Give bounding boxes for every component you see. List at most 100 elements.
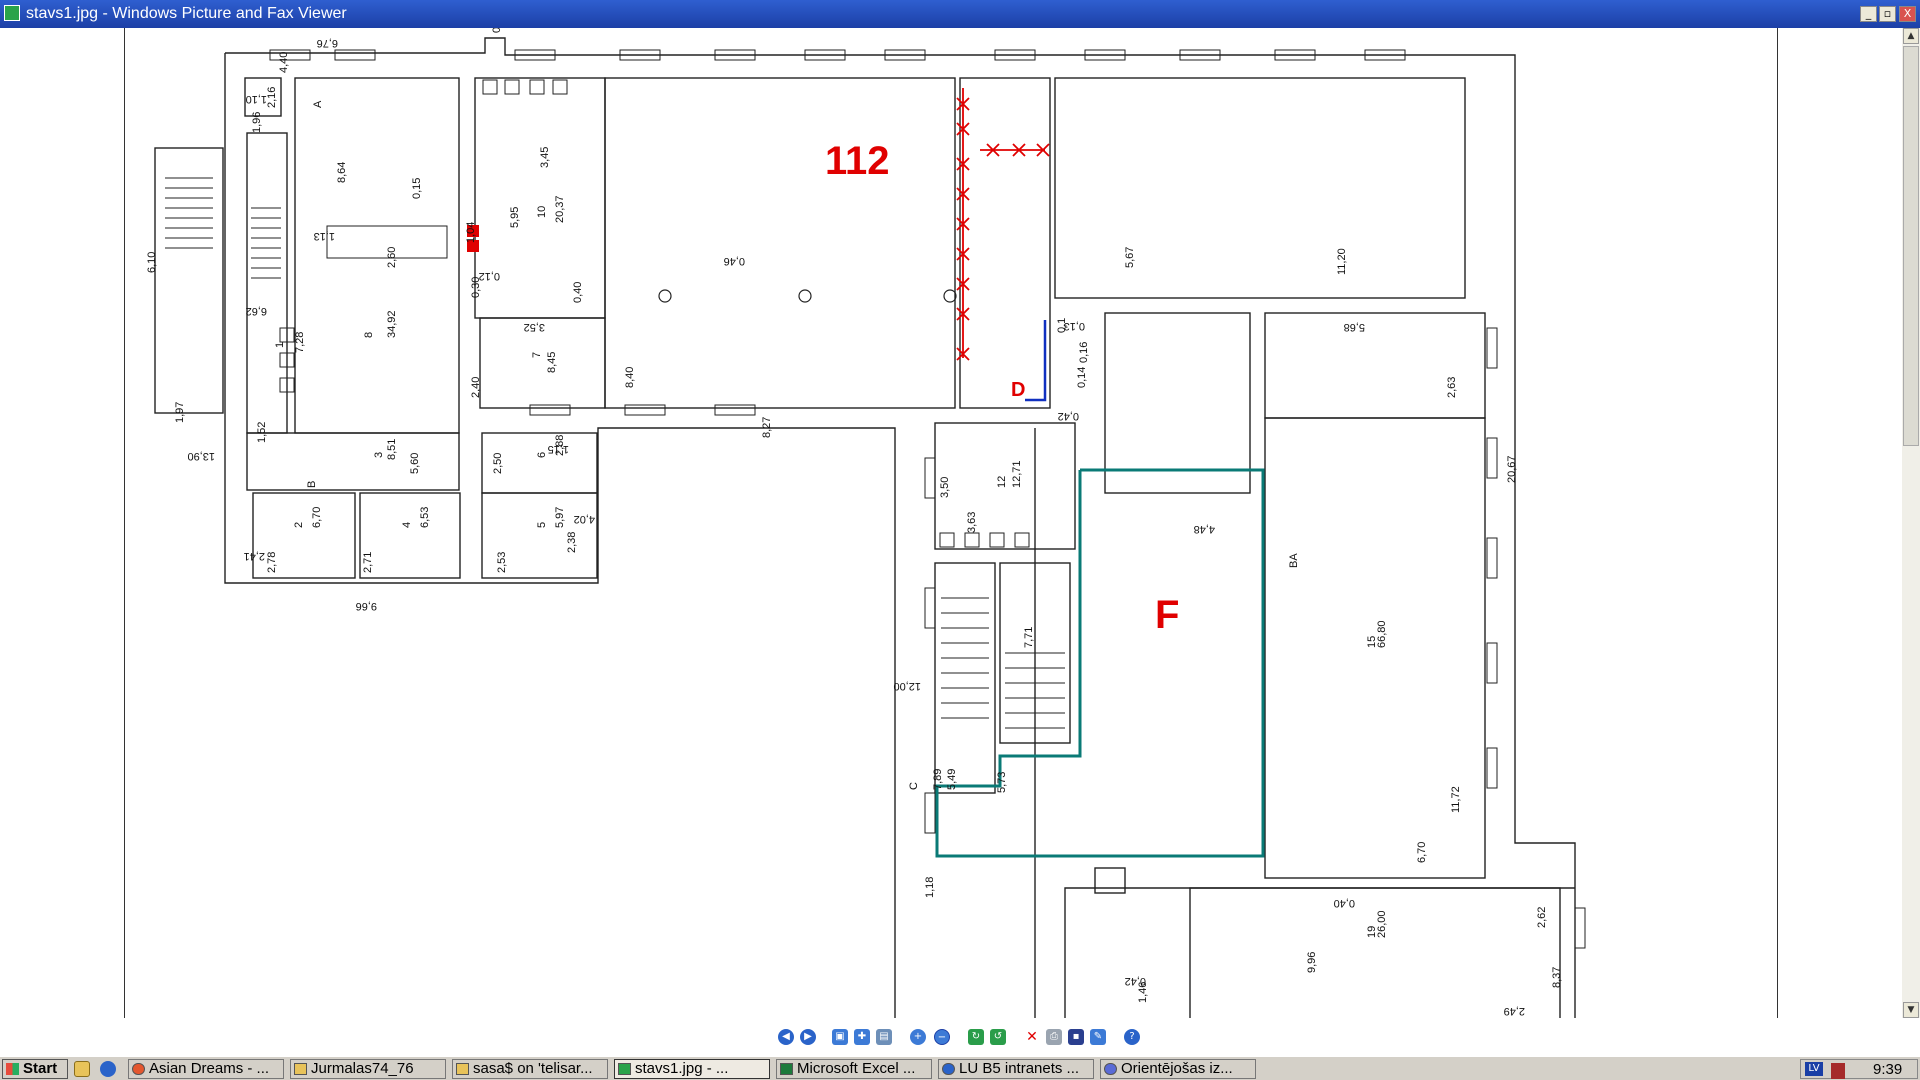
print-icon[interactable]: ⎙ (1046, 1029, 1062, 1045)
task-lu-b5-intranets[interactable]: LU B5 intranets ... (938, 1059, 1094, 1079)
image-viewer-area: 112 D F A B C 8 1 3 2 4 7 10 6 5 12 15 19 BA 34,92 7,28 8,… (0, 28, 1902, 1018)
dimension-label: 5,97 (554, 507, 566, 528)
vertical-scrollbar[interactable]: ▲ ▼ (1902, 28, 1920, 1018)
room-8 (294, 77, 460, 434)
task-asian-dreams[interactable]: Asian Dreams - ... (128, 1059, 284, 1079)
dimension-label: 8,27 (761, 417, 773, 438)
dimension-label: 5,49 (946, 769, 958, 790)
task-sasa-telisar[interactable]: sasa$ on 'telisar... (452, 1059, 608, 1079)
task-jurmalas[interactable]: Jurmalas74_76 (290, 1059, 446, 1079)
next-image-icon[interactable]: ▶ (800, 1029, 816, 1045)
dimension-label: 8,37 (1551, 967, 1563, 988)
dimension-label: 3,50 (939, 477, 951, 498)
picture-viewer-app-icon[interactable] (4, 5, 20, 21)
dimension-label: 6,70 (1416, 842, 1428, 863)
room-1-stair (246, 132, 288, 434)
dimension-label: 10 (536, 206, 548, 218)
scrollbar-thumb[interactable] (1903, 46, 1919, 446)
dimension-label: 0,40 (1334, 897, 1355, 909)
dimension-label: 3,52 (524, 321, 545, 333)
dimension-label: 0,42 (1058, 410, 1079, 422)
save-icon[interactable]: ▪ (1068, 1029, 1084, 1045)
clock[interactable]: 9:39 (1873, 1061, 1902, 1078)
dimension-label: 5,73 (996, 772, 1008, 793)
image-viewer-icon (618, 1063, 631, 1075)
internet-explorer-icon (942, 1063, 955, 1075)
dimension-label: 5,67 (1124, 247, 1136, 268)
dimension-label: 8,51 (386, 439, 398, 460)
dimension-label: 8,40 (624, 367, 636, 388)
rotate-counterclockwise-icon[interactable]: ↺ (990, 1029, 1006, 1045)
browser-quicklaunch-icon[interactable] (100, 1061, 116, 1077)
demolition-marks (956, 88, 1050, 361)
scroll-up-icon[interactable]: ▲ (1903, 28, 1919, 44)
task-stavs1-jpg[interactable]: stavs1.jpg - ... (614, 1059, 770, 1079)
dimension-label: 11,72 (1450, 786, 1462, 813)
entry-door (1094, 867, 1126, 894)
taskbar: Start Asian Dreams - ... Jurmalas74_76 s… (0, 1056, 1920, 1080)
blue-wall-mark (1025, 320, 1047, 402)
system-tray: LV 9:39 (1800, 1059, 1918, 1079)
open-for-editing-icon[interactable]: ✎ (1090, 1029, 1106, 1045)
dimension-label: 6,10 (146, 252, 158, 273)
help-icon[interactable]: ? (1124, 1029, 1140, 1045)
marker-f-label: F (1155, 593, 1179, 637)
dimension-label: 12 (996, 476, 1008, 488)
room-4 (359, 492, 461, 579)
zoom-in-icon[interactable]: + (910, 1029, 926, 1045)
floor-plan-drawing: 112 D F ABC8132 471065121519BA34,927,288,… (146, 28, 1586, 1018)
dimension-label: 1,97 (174, 402, 186, 423)
floor-plan-image[interactable]: 112 D F A B C 8 1 3 2 4 7 10 6 5 12 15 19 BA 34,92 7,28 8,… (124, 28, 1778, 1018)
dimension-label: 7,89 (932, 769, 944, 790)
dimension-label: 4,48 (1194, 523, 1215, 535)
room-top-right (1054, 77, 1466, 299)
dimension-label: B (306, 481, 318, 488)
dimension-label: 1,46 (1137, 982, 1149, 1003)
minimize-button[interactable]: _ (1860, 6, 1877, 22)
maximize-button[interactable]: ▫ (1879, 6, 1896, 22)
dimension-label: 8 (363, 332, 375, 338)
dimension-label: 5,95 (509, 207, 521, 228)
dimension-label: 0,27 (491, 28, 503, 33)
firefox-icon (132, 1063, 145, 1075)
stair-treads (165, 177, 1065, 729)
start-button[interactable]: Start (2, 1059, 68, 1079)
task-orientejosas[interactable]: Orientējošas iz... (1100, 1059, 1256, 1079)
dimension-label: 0,30 (470, 277, 482, 298)
task-microsoft-excel[interactable]: Microsoft Excel ... (776, 1059, 932, 1079)
previous-image-icon[interactable]: ◀ (778, 1029, 794, 1045)
dimension-label: 2,50 (492, 453, 504, 474)
dimension-label: 2,71 (362, 552, 374, 573)
dimension-label: 1,96 (251, 112, 263, 133)
zoom-out-icon[interactable]: − (934, 1029, 950, 1045)
excel-icon (780, 1063, 793, 1075)
latvia-flag-icon[interactable] (1831, 1063, 1845, 1079)
show-desktop-icon[interactable] (74, 1061, 90, 1077)
delete-icon[interactable]: ✕ (1024, 1029, 1040, 1045)
dimension-label: 11,20 (1336, 248, 1348, 275)
dimension-label: 5,68 (1344, 321, 1365, 333)
rotate-clockwise-icon[interactable]: ↻ (968, 1029, 984, 1045)
actual-size-icon[interactable]: ✚ (854, 1029, 870, 1045)
viewer-toolbar: ◀ ▶ ▣ ✚ ▤ + − ↻ ↺ ✕ ⎙ ▪ ✎ ? (0, 1018, 1920, 1056)
language-indicator[interactable]: LV (1805, 1062, 1823, 1076)
dimension-label: 13,90 (187, 450, 215, 462)
dimension-label: 2,41 (244, 550, 265, 562)
scroll-down-icon[interactable]: ▼ (1903, 1002, 1919, 1018)
dimension-label: 20,67 (1506, 455, 1518, 483)
folder-icon (294, 1063, 307, 1075)
dimension-label: 1,52 (256, 422, 268, 443)
volume-icon[interactable] (1849, 1063, 1863, 1075)
corridor-strip (959, 77, 1051, 409)
dimension-label: 1,18 (924, 877, 936, 898)
dimension-label: 26,00 (1376, 910, 1388, 938)
dimension-label: 0,46 (724, 255, 745, 267)
dimension-label: 1,15 (548, 443, 569, 455)
dimension-label: 0,1 (1056, 318, 1068, 333)
best-fit-icon[interactable]: ▣ (832, 1029, 848, 1045)
slideshow-icon[interactable]: ▤ (876, 1029, 892, 1045)
window-title-bar[interactable]: stavs1.jpg - Windows Picture and Fax Vie… (0, 0, 1920, 28)
dimension-label: 3,45 (539, 147, 551, 168)
dimension-label: 4 (401, 522, 413, 528)
close-button[interactable]: X (1899, 6, 1916, 22)
